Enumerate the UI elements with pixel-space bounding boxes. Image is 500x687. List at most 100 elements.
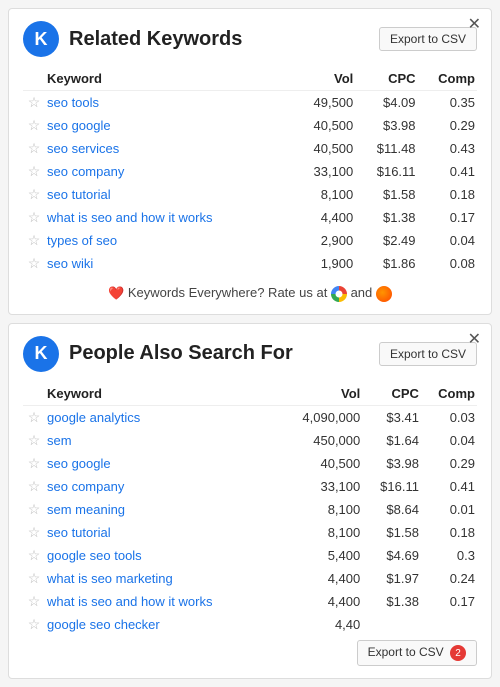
col-comp-header2: Comp: [421, 382, 477, 406]
star-toggle[interactable]: ☆: [23, 475, 45, 498]
keyword-cell: sem meaning: [45, 498, 277, 521]
keyword-link[interactable]: google seo tools: [47, 548, 142, 563]
heart-icon: ❤️: [108, 286, 124, 301]
star-toggle[interactable]: ☆: [23, 405, 45, 429]
comp-cell: 0.01: [421, 498, 477, 521]
keyword-link[interactable]: what is seo and how it works: [47, 210, 212, 225]
star-toggle[interactable]: ☆: [23, 498, 45, 521]
keyword-link[interactable]: google seo checker: [47, 617, 160, 632]
cpc-cell: $1.86: [355, 252, 417, 275]
people-search-row: ☆ what is seo marketing 4,400 $1.97 0.24: [23, 567, 477, 590]
people-search-row: ☆ sem meaning 8,100 $8.64 0.01: [23, 498, 477, 521]
vol-cell: 8,100: [277, 498, 362, 521]
keyword-link[interactable]: seo tutorial: [47, 525, 111, 540]
keyword-link[interactable]: seo tools: [47, 95, 99, 110]
star-toggle[interactable]: ☆: [23, 544, 45, 567]
comp-cell: 0.29: [421, 452, 477, 475]
keyword-link[interactable]: google analytics: [47, 410, 140, 425]
star-toggle[interactable]: ☆: [23, 229, 45, 252]
star-toggle[interactable]: ☆: [23, 183, 45, 206]
star-toggle[interactable]: ☆: [23, 452, 45, 475]
star-toggle[interactable]: ☆: [23, 160, 45, 183]
keyword-link[interactable]: seo company: [47, 479, 124, 494]
people-search-row: ☆ google seo tools 5,400 $4.69 0.3: [23, 544, 477, 567]
star-toggle[interactable]: ☆: [23, 206, 45, 229]
export-bottom-button[interactable]: Export to CSV 2: [357, 640, 477, 667]
cpc-cell: $1.38: [355, 206, 417, 229]
cpc-cell: [362, 613, 421, 636]
col-star-header: [23, 67, 45, 91]
keyword-link[interactable]: sem meaning: [47, 502, 125, 517]
cpc-cell: $3.41: [362, 405, 421, 429]
star-toggle[interactable]: ☆: [23, 137, 45, 160]
col-star-header2: [23, 382, 45, 406]
keyword-link[interactable]: seo google: [47, 118, 111, 133]
cpc-cell: $3.98: [362, 452, 421, 475]
export-bottom-label: Export to CSV: [368, 645, 444, 659]
keyword-cell: what is seo marketing: [45, 567, 277, 590]
keyword-link[interactable]: seo services: [47, 141, 119, 156]
people-search-row: ☆ what is seo and how it works 4,400 $1.…: [23, 590, 477, 613]
people-search-row: ☆ google analytics 4,090,000 $3.41 0.03: [23, 405, 477, 429]
col-keyword-header2: Keyword: [45, 382, 277, 406]
vol-cell: 33,100: [277, 475, 362, 498]
keyword-link[interactable]: seo wiki: [47, 256, 93, 271]
cpc-cell: $1.58: [355, 183, 417, 206]
cpc-cell: $4.69: [362, 544, 421, 567]
people-search-row: ☆ seo tutorial 8,100 $1.58 0.18: [23, 521, 477, 544]
star-toggle[interactable]: ☆: [23, 429, 45, 452]
people-also-search-export-button[interactable]: Export to CSV: [379, 342, 477, 366]
comp-cell: 0.04: [418, 229, 477, 252]
people-also-search-logo: K: [23, 336, 59, 372]
rate-text-between: and: [351, 285, 373, 300]
keyword-link[interactable]: seo google: [47, 456, 111, 471]
keyword-cell: what is seo and how it works: [45, 206, 292, 229]
vol-cell: 4,090,000: [277, 405, 362, 429]
firefox-icon: [376, 286, 392, 302]
star-toggle[interactable]: ☆: [23, 590, 45, 613]
keyword-link[interactable]: sem: [47, 433, 72, 448]
keyword-cell: seo google: [45, 114, 292, 137]
related-keywords-export-button[interactable]: Export to CSV: [379, 27, 477, 51]
related-keywords-title: Related Keywords: [69, 28, 242, 51]
close-people-button[interactable]: ✕: [468, 332, 481, 348]
rate-banner: ❤️ Keywords Everywhere? Rate us at and: [23, 285, 477, 302]
star-toggle[interactable]: ☆: [23, 613, 45, 636]
star-toggle[interactable]: ☆: [23, 114, 45, 137]
col-vol-header: Vol: [292, 67, 356, 91]
related-keywords-title-group: K Related Keywords: [23, 21, 242, 57]
star-toggle[interactable]: ☆: [23, 91, 45, 115]
star-toggle[interactable]: ☆: [23, 521, 45, 544]
keyword-link[interactable]: seo tutorial: [47, 187, 111, 202]
col-cpc-header2: CPC: [362, 382, 421, 406]
vol-cell: 40,500: [292, 137, 356, 160]
cpc-cell: $16.11: [362, 475, 421, 498]
cpc-cell: $16.11: [355, 160, 417, 183]
vol-cell: 4,400: [292, 206, 356, 229]
vol-cell: 4,400: [277, 590, 362, 613]
people-search-row: ☆ sem 450,000 $1.64 0.04: [23, 429, 477, 452]
close-related-button[interactable]: ✕: [468, 17, 481, 33]
cpc-cell: $1.38: [362, 590, 421, 613]
star-toggle[interactable]: ☆: [23, 567, 45, 590]
keyword-cell: seo company: [45, 160, 292, 183]
col-keyword-header: Keyword: [45, 67, 292, 91]
keyword-link[interactable]: what is seo marketing: [47, 571, 173, 586]
vol-cell: 40,500: [292, 114, 356, 137]
cpc-cell: $1.97: [362, 567, 421, 590]
vol-cell: 4,400: [277, 567, 362, 590]
keyword-link[interactable]: seo company: [47, 164, 124, 179]
keyword-link[interactable]: types of seo: [47, 233, 117, 248]
keyword-cell: seo tutorial: [45, 183, 292, 206]
people-search-row: ☆ google seo checker 4,40: [23, 613, 477, 636]
people-also-search-header: K People Also Search For Export to CSV: [23, 336, 477, 372]
related-keywords-card: ✕ K Related Keywords Export to CSV Keywo…: [8, 8, 492, 315]
related-keywords-header: K Related Keywords Export to CSV: [23, 21, 477, 57]
comp-cell: 0.43: [418, 137, 477, 160]
related-keyword-row: ☆ seo tools 49,500 $4.09 0.35: [23, 91, 477, 115]
star-toggle[interactable]: ☆: [23, 252, 45, 275]
col-cpc-header: CPC: [355, 67, 417, 91]
keyword-cell: types of seo: [45, 229, 292, 252]
comp-cell: [421, 613, 477, 636]
keyword-link[interactable]: what is seo and how it works: [47, 594, 212, 609]
